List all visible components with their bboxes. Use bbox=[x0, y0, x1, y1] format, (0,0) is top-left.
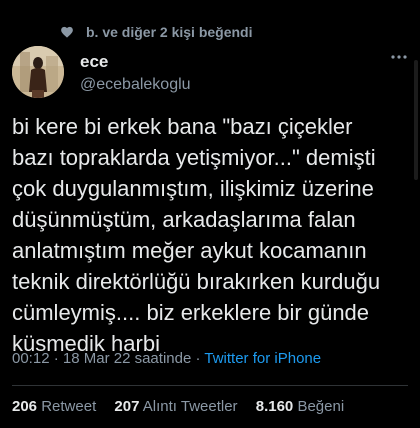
quotes-label: Alıntı Tweetler bbox=[142, 398, 238, 415]
avatar[interactable] bbox=[12, 46, 64, 98]
likes-label: Beğeni bbox=[297, 398, 345, 415]
tweet-source[interactable]: Twitter for iPhone bbox=[204, 350, 321, 367]
retweets-count: 206 bbox=[12, 398, 38, 415]
scrollbar[interactable] bbox=[414, 60, 418, 180]
tweet-meta: 00:12 · 18 Mar 22 saatinde · Twitter for… bbox=[12, 350, 321, 367]
social-context[interactable]: b. ve diğer 2 kişi beğendi bbox=[60, 22, 253, 42]
tweet-time[interactable]: 00:12 bbox=[12, 350, 50, 367]
likes-stat[interactable]: 8.160 Beğeni bbox=[256, 398, 344, 415]
more-icon[interactable] bbox=[390, 48, 408, 66]
retweets-label: Retweet bbox=[41, 398, 97, 415]
divider bbox=[12, 385, 408, 386]
tweet-detail: b. ve diğer 2 kişi beğendi ece @ecebalek… bbox=[0, 0, 420, 428]
avatar-image bbox=[12, 46, 64, 98]
tweet-text: bi kere bi erkek bana "bazı çiçekler baz… bbox=[12, 114, 381, 356]
quotes-count: 207 bbox=[114, 398, 140, 415]
heart-icon bbox=[61, 26, 73, 38]
tweet-header: ece @ecebalekoglu bbox=[12, 46, 408, 102]
retweets-stat[interactable]: 206 Retweet bbox=[12, 398, 96, 415]
quotes-stat[interactable]: 207 Alıntı Tweetler bbox=[114, 398, 237, 415]
author-handle[interactable]: @ecebalekoglu bbox=[80, 76, 191, 94]
likes-count: 8.160 bbox=[255, 398, 294, 415]
author-name[interactable]: ece bbox=[80, 52, 108, 72]
tweet-stats: 206 Retweet 207 Alıntı Tweetler 8.160 Be… bbox=[12, 398, 358, 415]
meta-separator: · bbox=[191, 350, 205, 367]
social-context-text: b. ve diğer 2 kişi beğendi bbox=[86, 24, 253, 40]
meta-separator: · bbox=[49, 350, 63, 367]
tweet-date[interactable]: 18 Mar 22 saatinde bbox=[63, 350, 191, 367]
